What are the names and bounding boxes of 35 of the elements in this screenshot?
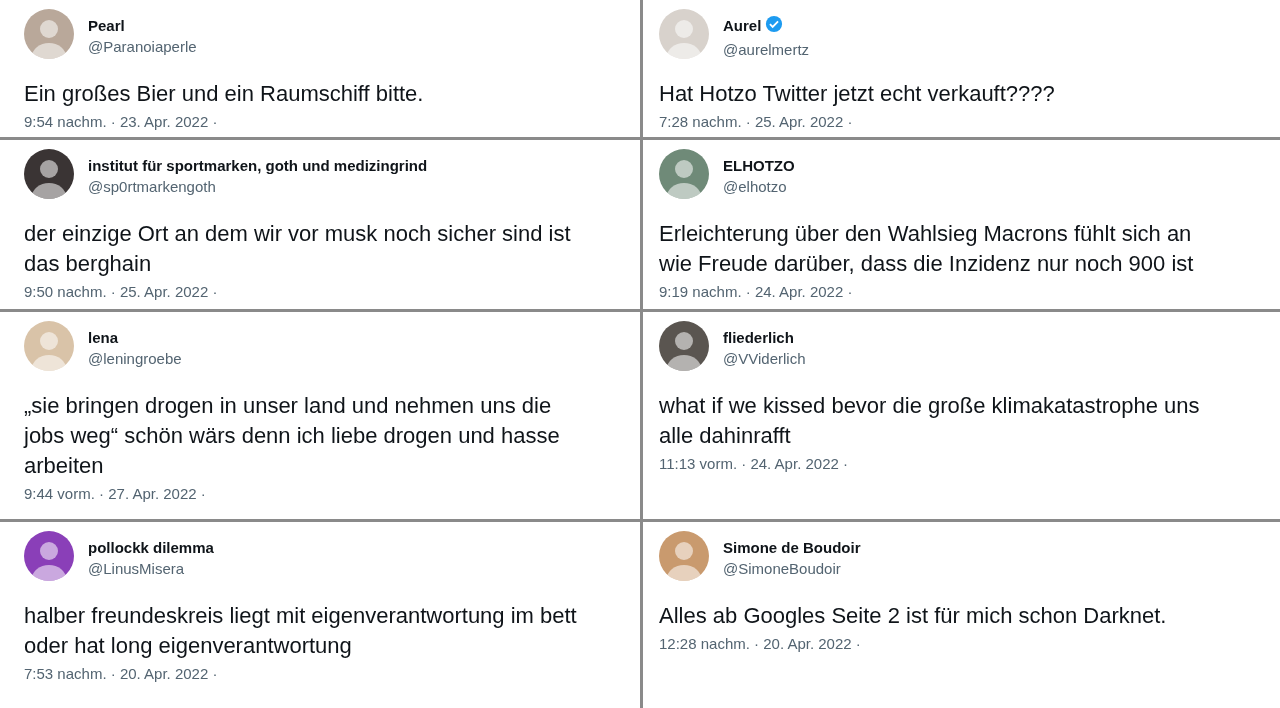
tweet-timestamp: 9:54 nachm. · 23. Apr. 2022 ·	[24, 113, 219, 130]
user-handle: @leningroebe	[88, 350, 182, 367]
tweet-text: halber freundeskreis liegt mit eigenverantwortung im bett oder hat long eigenverantwortung	[24, 602, 578, 660]
tweet-text: what if we kissed bevor die große klimakatastrophe uns alle dahinrafft	[659, 392, 1201, 450]
tweet-timestamp: 9:44 vorm. · 27. Apr. 2022 ·	[24, 485, 207, 502]
user-handle: @Paranoiaperle	[88, 38, 197, 55]
tweet-timestamp: 11:13 vorm. · 24. Apr. 2022 ·	[659, 455, 849, 472]
tweet-timestamp: 7:28 nachm. · 25. Apr. 2022 ·	[659, 113, 854, 130]
tweet-timestamp: 9:50 nachm. · 25. Apr. 2022 ·	[24, 283, 219, 300]
avatar[interactable]	[24, 149, 74, 199]
avatar[interactable]	[24, 531, 74, 581]
tweet-timestamp: 7:53 nachm. · 20. Apr. 2022 ·	[24, 665, 219, 682]
tweet-timestamp: 12:28 nachm. · 20. Apr. 2022 ·	[659, 635, 862, 652]
user-handle: @aurelmertz	[723, 40, 810, 58]
tweet-text: Erleichterung über den Wahlsieg Macrons fühlt sich an wie Freude darüber, dass die Inzidenz nur noch 900 ist	[659, 220, 1195, 278]
user-name: ELHOTZO	[723, 157, 795, 174]
tweet-text: der einzige Ort an dem wir vor musk noch sicher sind ist das berghain	[24, 220, 572, 278]
user-handle: @elhotzo	[723, 178, 788, 195]
avatar[interactable]	[659, 321, 709, 371]
tweet-timestamp: 9:19 nachm. · 24. Apr. 2022 ·	[659, 283, 854, 300]
user-handle: @VViderlich	[723, 350, 806, 367]
user-name: lena	[88, 329, 118, 346]
tweet-text: „sie bringen drogen in unser land und nehmen uns die jobs weg“ schön wärs denn ich liebe drogen und hasse arbeiten	[24, 392, 561, 480]
tweet-text: Hat Hotzo Twitter jetzt echt verkauft????	[659, 80, 1056, 108]
tweet-text: Ein großes Bier und ein Raumschiff bitte.	[24, 80, 425, 108]
user-handle: @SimoneBoudoir	[723, 560, 842, 577]
user-name: fliederlich	[723, 329, 794, 346]
user-name: pollockk dilemma	[88, 539, 214, 556]
user-name: Aurel	[723, 17, 762, 34]
user-name: Simone de Boudoir	[723, 539, 861, 556]
tweet-text: Alles ab Googles Seite 2 ist für mich schon Darknet.	[659, 602, 1168, 630]
user-handle: @sp0rtmarkengoth	[88, 178, 217, 195]
user-name: Pearl	[88, 17, 125, 34]
user-name: institut für sportmarken, goth und medizingrind	[88, 157, 428, 174]
user-handle: @LinusMisera	[88, 560, 186, 577]
